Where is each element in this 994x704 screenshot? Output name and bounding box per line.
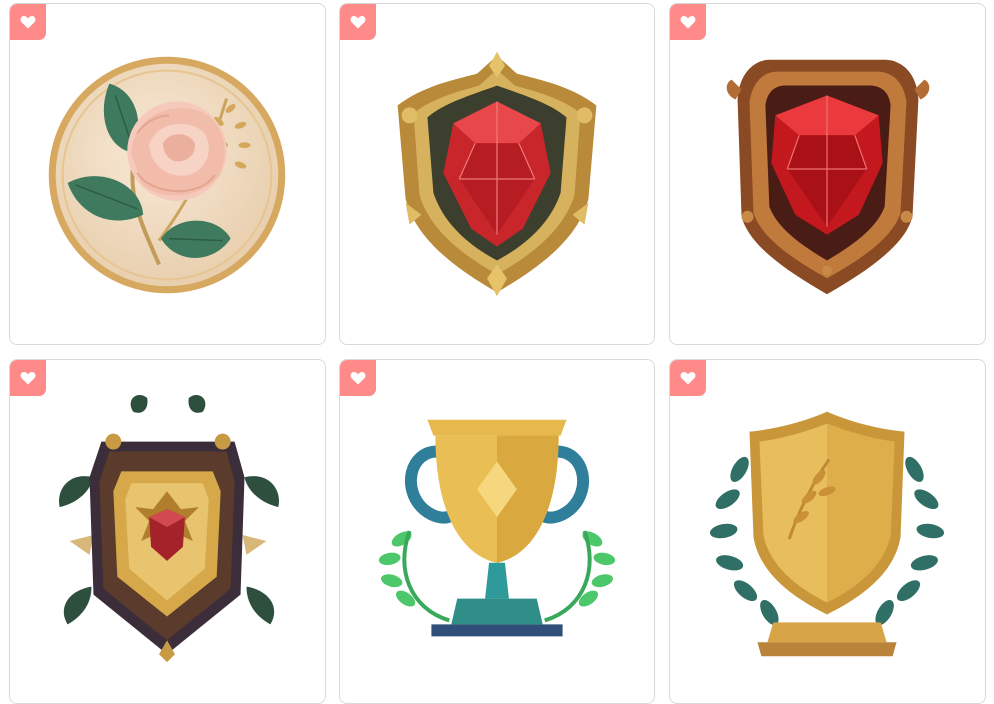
gallery-card-rose-medallion[interactable]: [9, 3, 326, 345]
gallery-card-ruby-shield-gold[interactable]: [339, 3, 655, 345]
gallery-card-crest-shield-emblem[interactable]: [9, 359, 326, 704]
ruby-shield-gold-icon: [340, 4, 654, 344]
heart-icon: [20, 15, 36, 29]
favorite-button[interactable]: [340, 360, 376, 396]
heart-icon: [20, 371, 36, 385]
icon-gallery-grid: [0, 0, 994, 704]
gold-shield-laurel-icon: [670, 360, 985, 703]
heart-icon: [350, 371, 366, 385]
favorite-button[interactable]: [340, 4, 376, 40]
trophy-cup-laurel-icon: [340, 360, 654, 703]
gallery-card-trophy-cup-laurel[interactable]: [339, 359, 655, 704]
crest-shield-emblem-icon: [10, 360, 325, 703]
favorite-button[interactable]: [10, 4, 46, 40]
rose-medallion-icon: [10, 4, 325, 344]
favorite-button[interactable]: [670, 360, 706, 396]
favorite-button[interactable]: [670, 4, 706, 40]
heart-icon: [680, 15, 696, 29]
gallery-card-ruby-shield-bronze[interactable]: [669, 3, 986, 345]
gallery-card-gold-shield-laurel[interactable]: [669, 359, 986, 704]
heart-icon: [680, 371, 696, 385]
favorite-button[interactable]: [10, 360, 46, 396]
heart-icon: [350, 15, 366, 29]
ruby-shield-bronze-icon: [670, 4, 985, 344]
